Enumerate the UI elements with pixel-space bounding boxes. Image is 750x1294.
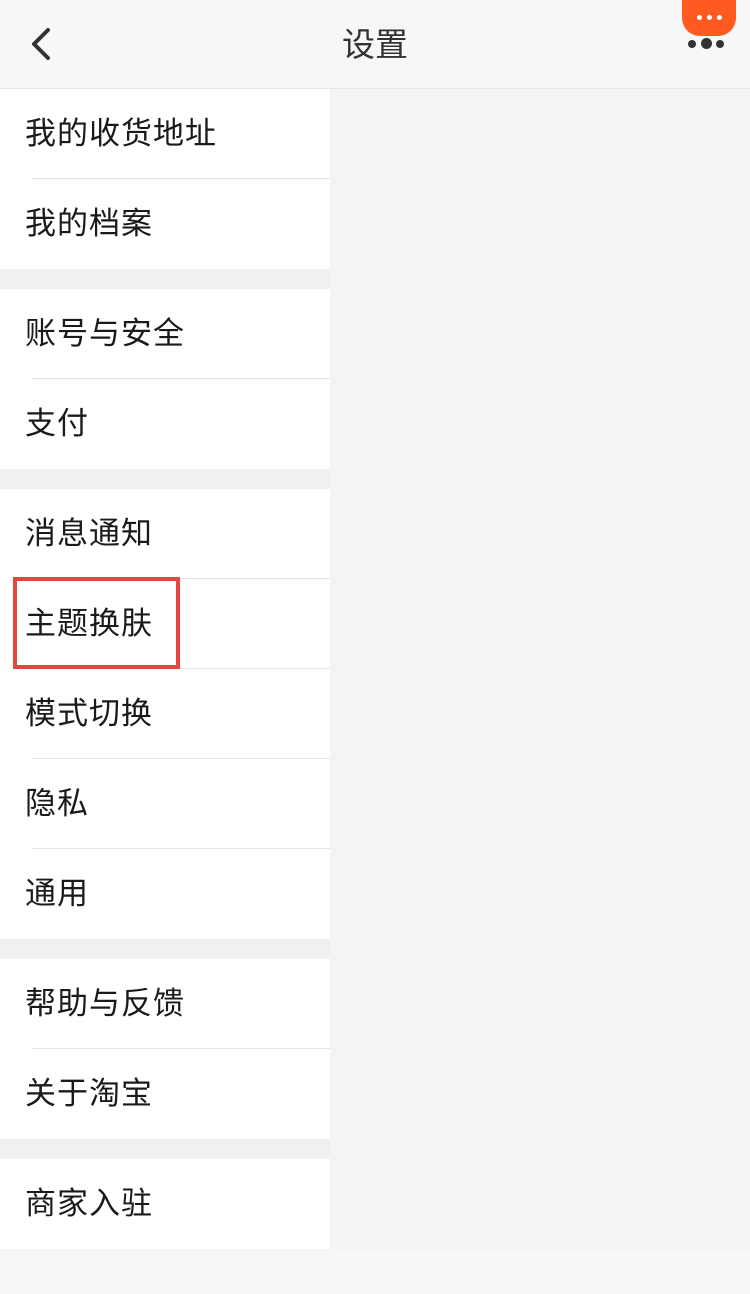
item-label: 通用 [25,876,89,912]
item-label: 商家入驻 [25,1186,153,1222]
item-mode-switch[interactable]: 模式切换 [0,669,330,759]
group-divider [0,1139,330,1159]
item-notifications[interactable]: 消息通知 [0,489,330,579]
item-label: 模式切换 [25,696,153,732]
item-account-security[interactable]: 账号与安全 [0,289,330,379]
item-label: 消息通知 [25,516,153,552]
item-merchant-join[interactable]: 商家入驻 [0,1159,330,1249]
item-label: 我的档案 [25,206,153,242]
item-theme-skin[interactable]: 主题换肤 [0,579,330,669]
settings-page: 设置 我的收货地址 我的档案 账号与安全 支付 消息通知 主题换肤 模式切换 隐… [0,0,750,1294]
item-payment[interactable]: 支付 [0,379,330,469]
settings-group: 我的收货地址 我的档案 [0,89,330,269]
bottom-strip [0,1250,750,1294]
item-label: 我的收货地址 [25,116,217,152]
item-my-profile[interactable]: 我的档案 [0,179,330,269]
group-divider [0,939,330,959]
item-general[interactable]: 通用 [0,849,330,939]
settings-group: 账号与安全 支付 [0,289,330,469]
more-menu-button[interactable] [676,0,740,60]
item-label: 帮助与反馈 [25,986,185,1022]
settings-group: 消息通知 主题换肤 模式切换 隐私 通用 [0,489,330,939]
settings-group: 商家入驻 [0,1159,330,1249]
group-divider [0,469,330,489]
group-divider [0,269,330,289]
item-label: 账号与安全 [25,316,185,352]
item-label: 关于淘宝 [25,1076,153,1112]
nav-bar: 设置 [0,0,750,89]
item-privacy[interactable]: 隐私 [0,759,330,849]
settings-list: 我的收货地址 我的档案 账号与安全 支付 消息通知 主题换肤 模式切换 隐私 通… [0,89,330,1249]
more-menu-icon [682,0,736,36]
item-label: 隐私 [25,786,89,822]
page-title: 设置 [342,25,408,64]
item-shipping-address[interactable]: 我的收货地址 [0,89,330,179]
item-label: 主题换肤 [25,606,153,642]
item-label: 支付 [25,406,89,442]
settings-group: 帮助与反馈 关于淘宝 [0,959,330,1139]
item-about-taobao[interactable]: 关于淘宝 [0,1049,330,1139]
item-help-feedback[interactable]: 帮助与反馈 [0,959,330,1049]
